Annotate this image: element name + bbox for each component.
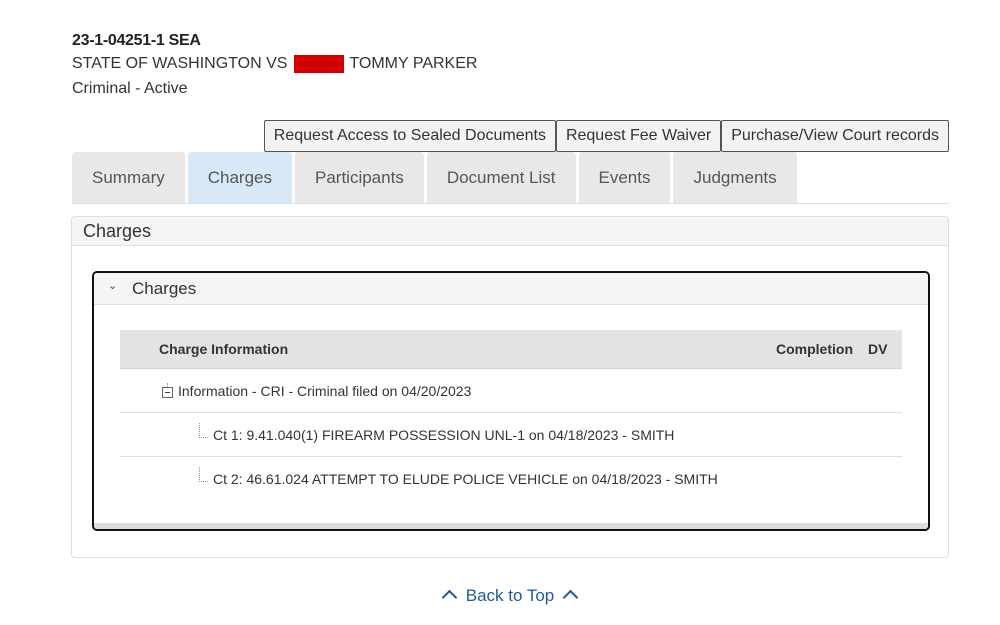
- charges-panel: Charges ⌄ Charges Charge Information Com…: [71, 216, 949, 558]
- column-charge-information[interactable]: Charge Information: [120, 341, 776, 357]
- case-tabs: Summary Charges Participants Document Li…: [72, 152, 949, 204]
- count-label: Ct 2: 46.61.024 ATTEMPT TO ELUDE POLICE …: [213, 470, 718, 487]
- case-title-defendant: TOMMY PARKER: [349, 55, 478, 72]
- charges-grid: Charge Information Completion DV Informa…: [120, 330, 902, 500]
- case-title: STATE OF WASHINGTON VS TOMMY PARKER: [72, 51, 477, 76]
- panel-title: Charges: [72, 217, 948, 246]
- action-buttons: Request Access to Sealed Documents Reque…: [263, 120, 949, 152]
- back-to-top-link[interactable]: Back to Top: [0, 586, 1000, 606]
- count-label: Ct 1: 9.41.040(1) FIREARM POSSESSION UNL…: [213, 426, 675, 443]
- column-completion[interactable]: Completion: [776, 341, 868, 357]
- redaction-block: [294, 54, 345, 73]
- tab-document-list[interactable]: Document List: [426, 152, 576, 203]
- section-title: Charges: [132, 278, 197, 298]
- table-row: Ct 1: 9.41.040(1) FIREARM POSSESSION UNL…: [120, 413, 902, 457]
- case-header: 23-1-04251-1 SEA STATE OF WASHINGTON VS …: [72, 31, 477, 101]
- collapse-minus-icon[interactable]: [162, 383, 173, 398]
- tab-charges[interactable]: Charges: [187, 152, 292, 203]
- case-status: Criminal - Active: [72, 80, 188, 97]
- table-row: Ct 2: 46.61.024 ATTEMPT TO ELUDE POLICE …: [120, 457, 902, 500]
- tab-events[interactable]: Events: [578, 152, 671, 203]
- case-number: 23-1-04251-1 SEA: [72, 32, 201, 49]
- grid-header: Charge Information Completion DV: [120, 330, 902, 369]
- request-sealed-documents-button[interactable]: Request Access to Sealed Documents: [263, 120, 556, 152]
- tab-judgments[interactable]: Judgments: [673, 152, 797, 203]
- tab-summary[interactable]: Summary: [72, 152, 185, 203]
- section-footer: [94, 523, 928, 529]
- tree-branch-icon: [199, 467, 208, 482]
- request-fee-waiver-button[interactable]: Request Fee Waiver: [555, 120, 722, 152]
- charges-section: ⌄ Charges Charge Information Completion …: [92, 271, 930, 531]
- charges-section-toggle[interactable]: ⌄ Charges: [94, 273, 928, 305]
- column-dv[interactable]: DV: [868, 341, 902, 357]
- case-title-prefix: STATE OF WASHINGTON VS: [72, 55, 288, 72]
- tree-branch-icon: [199, 423, 208, 438]
- caret-up-icon: [562, 589, 579, 606]
- tab-participants[interactable]: Participants: [295, 152, 424, 203]
- case-detail-page: 23-1-04251-1 SEA STATE OF WASHINGTON VS …: [0, 0, 1000, 625]
- purchase-court-records-button[interactable]: Purchase/View Court records: [721, 120, 949, 152]
- caret-up-icon: [441, 589, 458, 606]
- back-to-top-label: Back to Top: [465, 586, 555, 605]
- chevron-down-icon: ⌄: [108, 280, 118, 292]
- table-row: Information - CRI - Criminal filed on 04…: [120, 369, 902, 413]
- filing-label: Information - CRI - Criminal filed on 04…: [178, 382, 472, 399]
